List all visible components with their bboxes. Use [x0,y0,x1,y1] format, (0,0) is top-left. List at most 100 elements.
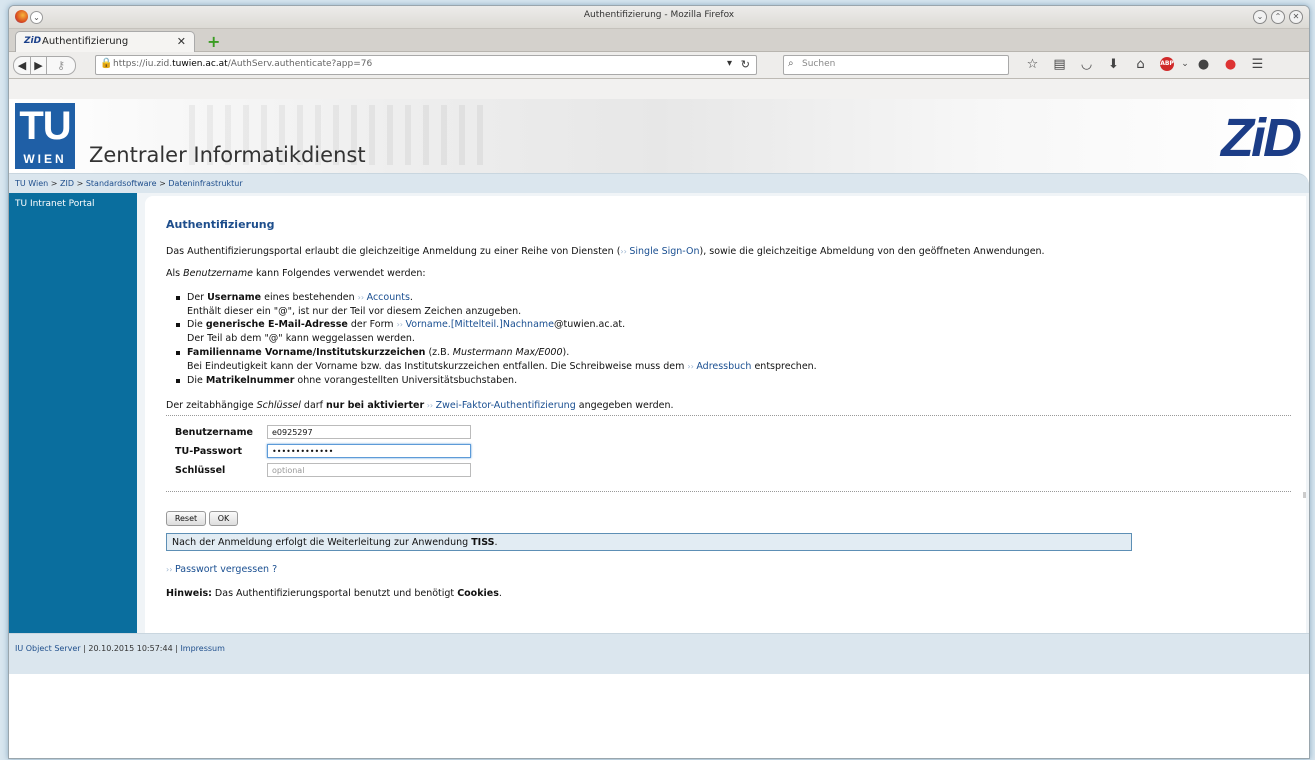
maximize-icon[interactable]: ⌃ [1271,10,1285,24]
close-window-icon[interactable]: ✕ [1289,10,1303,24]
breadcrumb-tu-wien[interactable]: TU Wien [15,179,48,188]
as-a: Als [166,268,184,279]
ok-button[interactable]: OK [209,511,238,526]
breadcrumb-zid[interactable]: ZID [60,179,74,188]
link-arrow-icon: ›› [357,293,367,302]
toolbar-icons: ☆ ▤ ◡ ⬇ ⌂ ABP ⌄ ● ● ☰ [1019,56,1271,73]
hint-b: . [498,588,502,599]
tab-bar: ZiD Authentifizierung ✕ + [9,29,1309,52]
tu-wien-logo[interactable]: TU WIEN [15,103,75,169]
pocket-icon[interactable]: ◡ [1073,56,1100,73]
list-item: Der Username eines bestehenden ›› Accoun… [176,292,413,303]
downloads-icon[interactable]: ⬇ [1100,56,1127,73]
intro-b: ), sowie die gleichzeitige Abmeldung von… [699,246,1045,257]
close-tab-icon[interactable]: ✕ [177,35,186,48]
notice-b: . [494,537,498,548]
breadcrumb-separator: > [159,179,166,188]
email-form-link[interactable]: Vorname.[Mittelteil.]Nachname [406,319,554,330]
b4-a: Die [187,375,206,386]
url-path: /AuthServ.authenticate?app=76 [227,59,373,69]
reload-icon[interactable]: ↻ [741,58,750,71]
b2-b: der Form [347,319,397,330]
b2-bold: generische E-Mail-Adresse [205,319,348,330]
search-icon: ⌕ [788,58,794,69]
header-banner: TU WIEN Zentraler Informatikdienst ZiD [9,99,1309,173]
username-field[interactable]: e0925297 [267,425,471,439]
footer-timestamp: 20.10.2015 10:57:44 [88,644,173,653]
intro-a: Das Authentifizierungsportal erlaubt die… [166,246,621,257]
username-options-intro: Als Benutzername kann Folgendes verwende… [166,268,426,279]
lock-icon: 🔒 [100,58,113,69]
list-item: Die Matrikelnummer ohne vorangestellten … [175,375,517,386]
link-arrow-icon: ›› [424,401,436,410]
b3-sub-a: Bei Eindeutigkeit kann der Vorname bzw. … [187,361,688,372]
key-a: Der zeitabhängige [166,400,257,411]
zid-logo[interactable]: ZiD [1221,111,1302,165]
breadcrumb-standardsoftware[interactable]: Standardsoftware [86,179,157,188]
list-item-note: Enthält dieser ein "@", ist nur der Teil… [187,306,522,317]
link-arrow-icon: ›› [166,565,175,574]
password-field[interactable]: ••••••••••••• [267,444,471,458]
link-arrow-icon: ›› [687,362,697,371]
breadcrumb-dateninfrastruktur[interactable]: Dateninfrastruktur [168,179,242,188]
adressbuch-link[interactable]: Adressbuch [696,361,751,372]
hamburger-menu-icon[interactable]: ☰ [1244,56,1271,73]
adblock-dropdown-icon[interactable]: ⌄ [1180,56,1190,73]
address-bar[interactable]: 🔒 https://iu.zid.tuwien.ac.at/AuthServ.a… [95,55,757,75]
list-item-note: Der Teil ab dem "@" kann weggelassen wer… [187,333,415,344]
object-server-link[interactable]: IU Object Server [15,644,81,653]
as-em: Benutzername [183,268,253,279]
list-item: Familienname Vorname/Institutskurzzeiche… [175,347,570,358]
b1-c: . [409,292,413,303]
breadcrumb-separator: > [50,179,58,188]
url-dropdown-icon[interactable]: ▾ [727,58,732,69]
b3-b: ). [562,347,570,358]
bookmark-star-icon[interactable]: ☆ [1019,56,1046,73]
forgot-password-link[interactable]: Passwort vergessen ? [175,564,277,575]
impressum-link[interactable]: Impressum [180,644,224,653]
minimize-icon[interactable]: ⌄ [1253,10,1267,24]
identity-key-icon[interactable]: ⚷ [46,56,76,75]
b2-a: Die [187,319,206,330]
adblock-icon[interactable]: ABP [1160,57,1174,71]
notice-bold: TISS [471,537,495,548]
sidebar-item-intranet-portal[interactable]: TU Intranet Portal [9,193,137,209]
tab-authentifizierung[interactable]: ZiD Authentifizierung ✕ [15,31,195,52]
content-area: TU Intranet Portal Authentifizierung Das… [9,193,1309,633]
key-c: angegeben werden. [575,400,674,411]
footer-text: IU Object Server | 20.10.2015 10:57:44 |… [15,644,225,653]
key-bold: nur bei aktivierter [326,400,425,411]
navigation-bar: ◀ ▶ ⚷ 🔒 https://iu.zid.tuwien.ac.at/Auth… [9,52,1309,79]
as-b: kann Folgendes verwendet werden: [252,268,426,279]
chat-icon[interactable]: ● [1190,56,1217,73]
key-field[interactable]: optional [267,463,471,477]
key-b: darf [300,400,327,411]
forgot-password-row: ›› Passwort vergessen ? [166,564,277,575]
bookmarks-list-icon[interactable]: ▤ [1046,56,1073,73]
accounts-link[interactable]: Accounts [367,292,410,303]
b3-a: (z.B. [425,347,453,358]
redirect-notice: Nach der Anmeldung erfolgt die Weiterlei… [166,533,1132,551]
url-text: https://iu.zid.tuwien.ac.at/AuthServ.aut… [113,59,372,69]
intro-text: Das Authentifizierungsportal erlaubt die… [166,246,1045,257]
two-factor-link[interactable]: Zwei-Faktor-Authentifizierung [436,400,576,411]
main-area: Authentifizierung Das Authentifizierungs… [137,193,1309,633]
window-title: Authentifizierung - Mozilla Firefox [583,10,735,20]
web-page: TU WIEN Zentraler Informatikdienst ZiD T… [9,99,1309,758]
key-em: Schlüssel [256,400,301,411]
forward-arrow-icon[interactable]: ▶ [30,56,47,75]
wien-logo-text: WIEN [23,152,67,166]
addon-icon[interactable]: ● [1217,56,1244,73]
sso-link[interactable]: Single Sign-On [629,246,699,257]
tab-title: Authentifizierung [42,36,129,47]
zid-favicon-icon: ZiD [24,36,42,46]
new-tab-plus-icon[interactable]: + [207,32,220,51]
link-arrow-icon: ›› [396,320,406,329]
back-arrow-icon[interactable]: ◀ [13,56,31,75]
home-icon[interactable]: ⌂ [1127,56,1154,73]
reset-button[interactable]: Reset [166,511,206,526]
search-bar[interactable]: ⌕ Suchen [783,55,1009,75]
window-controls: ⌄ ⌃ ✕ [1253,10,1303,24]
url-domain: tuwien.ac.at [172,59,228,69]
key-label: Schlüssel [175,465,226,476]
